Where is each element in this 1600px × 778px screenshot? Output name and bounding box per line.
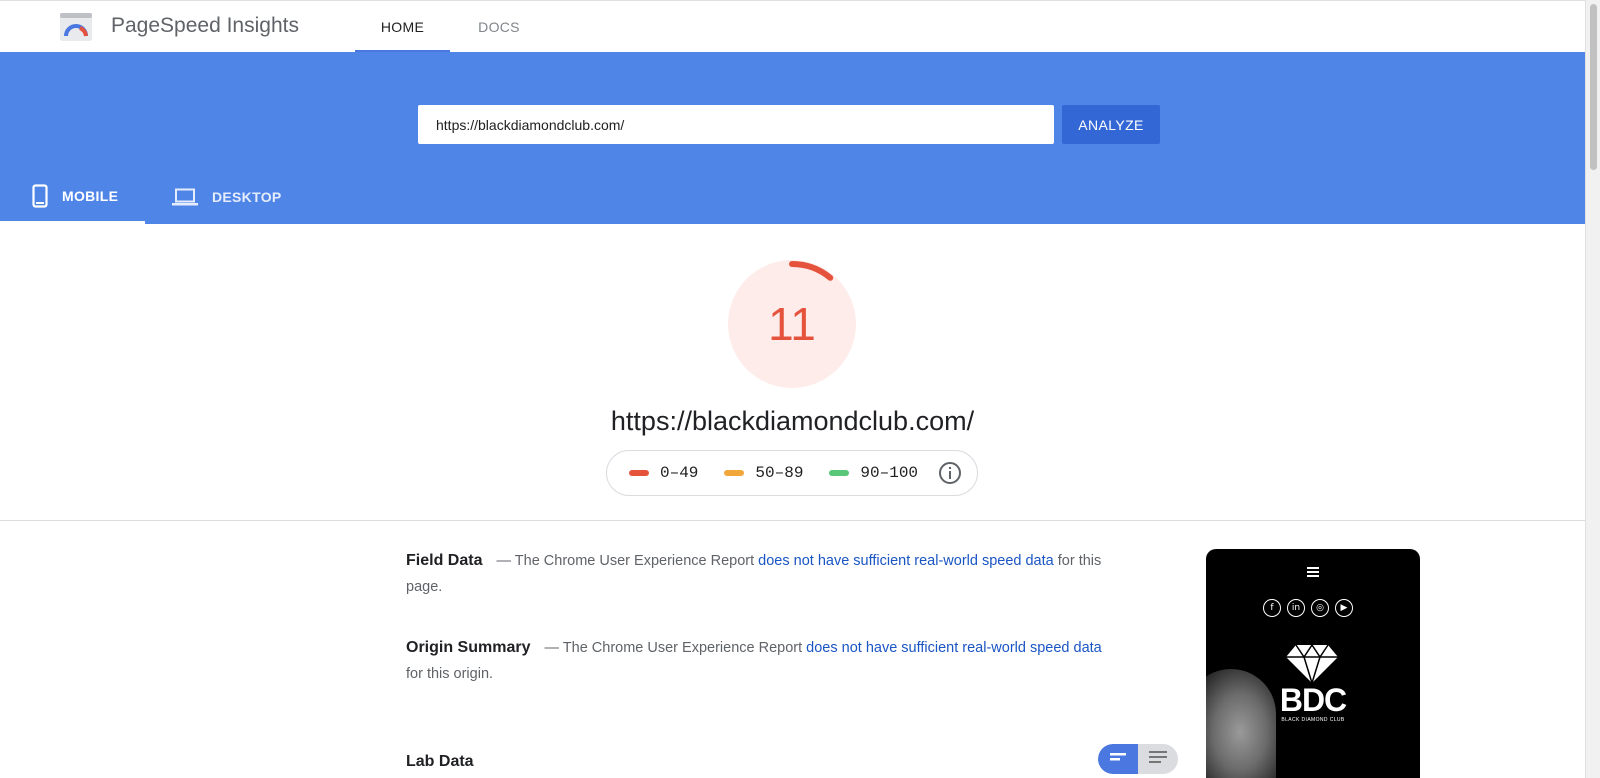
origin-summary-section: Origin Summary — The Chrome User Experie…	[406, 635, 1106, 687]
phone-icon	[32, 183, 48, 208]
legend-swatch-average	[724, 470, 745, 476]
search-band: ANALYZE MOBILE DESKTOP	[0, 52, 1585, 224]
compact-view-button[interactable]	[1098, 744, 1138, 774]
linkedin-icon: in	[1287, 599, 1305, 617]
field-data-prefix: — The Chrome User Experience Report	[496, 553, 755, 569]
origin-summary-link[interactable]: does not have sufficient real-world spee…	[806, 640, 1102, 656]
legend-range-fail: 0–49	[660, 464, 699, 482]
analyze-button[interactable]: ANALYZE	[1062, 105, 1160, 144]
tab-desktop[interactable]: DESKTOP	[172, 170, 302, 224]
scrollbar-thumb[interactable]	[1590, 4, 1597, 170]
app-title: PageSpeed Insights	[111, 14, 299, 37]
laptop-icon	[172, 188, 198, 206]
legend-swatch-pass	[829, 470, 850, 476]
legend-item-average: 50–89	[724, 464, 803, 482]
legend-item-fail: 0–49	[629, 464, 698, 482]
field-data-section: Field Data — The Chrome User Experience …	[406, 548, 1106, 600]
instagram-icon: ◎	[1311, 599, 1329, 617]
page-screenshot-preview: f in ◎ ▶ BDC BLACK DIAMOND CLUB	[1206, 549, 1420, 778]
origin-summary-heading: Origin Summary	[406, 639, 531, 656]
preview-social-icons: f in ◎ ▶	[1263, 599, 1353, 617]
info-icon[interactable]	[938, 461, 962, 485]
field-data-link[interactable]: does not have sufficient real-world spee…	[758, 553, 1054, 569]
nav-tab-docs[interactable]: DOCS	[462, 1, 536, 53]
nav-tab-home[interactable]: HOME	[355, 1, 450, 53]
page-scrollbar[interactable]	[1585, 0, 1600, 778]
lab-data-heading: Lab Data	[406, 753, 474, 770]
legend-swatch-fail	[629, 470, 649, 476]
performance-score-gauge: 11	[726, 258, 858, 390]
tab-desktop-label: DESKTOP	[212, 189, 282, 205]
expanded-list-icon	[1148, 750, 1168, 769]
top-app-bar: PageSpeed Insights HOME DOCS	[0, 0, 1585, 53]
hamburger-menu-icon	[1305, 565, 1321, 583]
preview-brand-text: BDC	[1279, 682, 1347, 718]
origin-summary-suffix: for this origin.	[406, 666, 494, 682]
legend-item-pass: 90–100	[829, 464, 918, 482]
pagespeed-logo-icon[interactable]	[60, 13, 92, 41]
legend-range-pass: 90–100	[860, 464, 919, 482]
field-data-heading: Field Data	[406, 552, 483, 569]
tab-mobile-label: MOBILE	[62, 187, 119, 204]
origin-summary-prefix: — The Chrome User Experience Report	[544, 640, 803, 656]
facebook-icon: f	[1263, 599, 1281, 617]
preview-brand-subtitle: BLACK DIAMOND CLUB	[1281, 717, 1345, 723]
view-toggle[interactable]	[1098, 744, 1178, 774]
performance-score: 11	[768, 298, 816, 350]
score-legend: 0–49 50–89 90–100	[606, 450, 978, 496]
compact-list-icon	[1108, 750, 1128, 768]
expanded-view-button[interactable]	[1138, 744, 1178, 774]
section-divider	[0, 520, 1585, 521]
tab-mobile[interactable]: MOBILE	[0, 170, 145, 224]
url-input[interactable]	[418, 105, 1054, 144]
legend-range-average: 50–89	[755, 464, 804, 482]
pagespeed-page: PageSpeed Insights HOME DOCS ANALYZE MOB…	[0, 0, 1600, 778]
scored-url: https://blackdiamondclub.com/	[610, 406, 975, 436]
youtube-icon: ▶	[1335, 599, 1353, 617]
